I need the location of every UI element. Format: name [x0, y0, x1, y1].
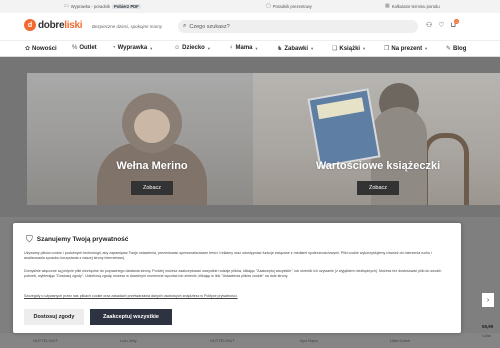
stroller-icon: ◔ — [112, 45, 116, 51]
top-info-bar: ▭ Wyprawka - poradnik Pobierz PDF ▢ Pora… — [0, 0, 500, 13]
gift-icon: ▢ — [266, 3, 271, 9]
chevron-down-icon: ▼ — [310, 46, 315, 51]
nav-item-blog[interactable]: ✎ Blog — [446, 45, 467, 53]
chevron-down-icon: ▼ — [362, 46, 367, 51]
nav-item-mama[interactable]: ♀ Mama ▼ — [229, 45, 258, 51]
search-input[interactable] — [189, 23, 390, 30]
nav-item-label: Na prezent — [391, 45, 423, 52]
product-brand: Lullal — [482, 334, 491, 338]
nav-item-outlet[interactable]: % Outlet — [72, 45, 97, 51]
product-brand: Apo Rapo — [300, 338, 318, 343]
chevron-right-icon: › — [486, 296, 490, 304]
cart-count-badge: 0 — [454, 19, 460, 24]
carousel-next-button[interactable]: › — [482, 293, 494, 307]
fox-logo-icon: d — [24, 19, 36, 31]
mother-icon: ♀ — [229, 45, 234, 51]
blog-icon: ✎ — [446, 46, 452, 52]
site-header: d dobreliski Bezpieczne dzieci, spokojne… — [0, 13, 500, 40]
cookie-text-2: Domyślnie włączone są jedynie pliki niez… — [24, 269, 442, 278]
book-icon: ❑ — [332, 46, 338, 52]
nav-item-zabawki[interactable]: ♞ Zabawki ▼ — [277, 45, 315, 53]
cart-button[interactable]: ⊔ 0 — [451, 19, 460, 29]
nav-item-label: Mama — [235, 45, 253, 51]
product-brand: Lulu Jelly — [120, 338, 137, 343]
book-icon: ▭ — [64, 3, 69, 9]
accept-all-button[interactable]: Zaakceptuj wszystkie — [90, 309, 172, 325]
nav-item-wyprawka[interactable]: ◔ Wyprawka ▼ — [112, 45, 153, 51]
header-icons: ⚇ ♡ ⊔ 0 — [426, 19, 460, 29]
banner-section: Wełna Merino Zobacz Wartościowe książecz… — [0, 57, 500, 217]
product-strip: HUTTELIHUT Lulu Jelly HUTTELIHUT Apo Rap… — [0, 333, 500, 348]
tagline: Bezpieczne dzieci, spokojne mamy — [92, 24, 163, 29]
chevron-down-icon: ▼ — [254, 45, 259, 51]
topbar-calculator-label: Kalkulator terminu porodu — [391, 3, 440, 9]
pdf-badge[interactable]: Pobierz PDF — [112, 3, 141, 9]
nav-item-label: Dziecko — [182, 45, 205, 51]
logo[interactable]: d dobreliski — [24, 19, 83, 31]
banner-title: Wartościowe książeczki — [315, 160, 441, 172]
cookie-consent-dialog: ⛉ Szanujemy Twoją prywatność Używamy pli… — [13, 223, 461, 333]
chevron-down-icon: ▼ — [206, 45, 211, 51]
nav-item-label: Blog — [453, 45, 467, 52]
banner-books[interactable]: Wartościowe książeczki Zobacz — [253, 73, 500, 205]
topbar-calculator-link[interactable]: ▦ Kalkulator terminu porodu — [385, 3, 440, 9]
chevron-down-icon: ▼ — [149, 45, 154, 51]
cookie-title: Szanujemy Twoją prywatność — [36, 236, 129, 243]
gift-icon: ❒ — [384, 46, 390, 52]
nav-item-label: Outlet — [79, 45, 97, 51]
toy-icon: ♞ — [277, 46, 283, 52]
cookie-text-1: Używamy plików cookie i podobnych techno… — [24, 251, 433, 260]
banner-see-button[interactable]: Zobacz — [357, 181, 399, 195]
heart-icon[interactable]: ♡ — [438, 21, 444, 29]
chevron-down-icon: ▼ — [424, 46, 429, 51]
shield-icon: ⛉ — [26, 234, 33, 244]
logo-text-part2: liski — [64, 19, 83, 31]
nav-item-label: Wyprawka — [117, 45, 148, 51]
product-price: 59,99 — [482, 324, 494, 329]
product-brand: Little Dutch — [390, 338, 411, 343]
nav-item-label: Zabawki — [284, 45, 309, 52]
search-icon[interactable]: ⌕ — [183, 23, 186, 30]
nav-item-ksiazki[interactable]: ❑ Książki ▼ — [332, 45, 367, 53]
banner-merino[interactable]: Wełna Merino Zobacz — [27, 73, 277, 205]
child-icon: ☺ — [174, 45, 181, 51]
topbar-guide-link[interactable]: ▭ Wyprawka - poradnik Pobierz PDF — [64, 3, 141, 9]
customize-consent-button[interactable]: Dostosuj zgody — [24, 309, 84, 325]
nav-item-nowosci[interactable]: ✿ Nowości — [25, 45, 57, 53]
gift-icon: ✿ — [25, 46, 31, 52]
nav-item-dziecko[interactable]: ☺ Dziecko ▼ — [174, 45, 211, 51]
banner-title: Wełna Merino — [116, 160, 188, 172]
search-bar[interactable]: ⌕ — [178, 20, 418, 33]
user-icon[interactable]: ⚇ — [426, 21, 432, 29]
nav-item-label: Nowości — [32, 45, 57, 52]
privacy-policy-link[interactable]: Szczegóły o używanych przez nas plikach … — [24, 294, 238, 298]
main-nav: ✿ Nowości % Outlet ◔ Wyprawka ▼ ☺ Dzieck… — [0, 40, 500, 57]
topbar-gift-guide-link[interactable]: ▢ Poradnik prezentowy — [266, 3, 312, 9]
product-brand: HUTTELIHUT — [33, 338, 58, 343]
logo-text-part1: dobre — [38, 19, 65, 31]
topbar-gift-label: Poradnik prezentowy — [272, 3, 312, 9]
percent-icon: % — [72, 45, 78, 51]
banner-see-button[interactable]: Zobacz — [131, 181, 173, 195]
nav-item-na-prezent[interactable]: ❒ Na prezent ▼ — [384, 45, 429, 53]
nav-item-label: Książki — [339, 45, 361, 52]
product-brand: HUTTELIHUT — [210, 338, 235, 343]
topbar-guide-label: Wyprawka - poradnik — [70, 3, 111, 9]
book-image — [307, 88, 381, 168]
calculator-icon: ▦ — [385, 3, 390, 9]
